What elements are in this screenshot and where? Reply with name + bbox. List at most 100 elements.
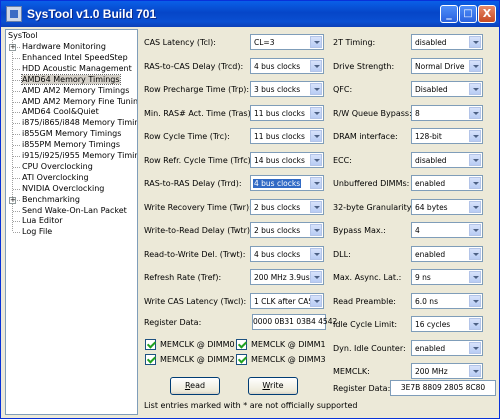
dropdown-arrow-icon[interactable] (310, 247, 322, 260)
right-setting-select[interactable]: enabled (411, 339, 483, 356)
right-setting-select[interactable]: enabled (411, 245, 483, 262)
tree-connector (13, 79, 20, 81)
checkmark-icon[interactable] (236, 339, 247, 350)
tree-item[interactable]: HDD Acoustic Management (22, 64, 132, 73)
right-setting-select[interactable]: 128-bit (411, 128, 483, 144)
tree-item[interactable]: Hardware Monitoring (22, 42, 106, 51)
dropdown-arrow-icon[interactable] (310, 224, 322, 236)
dropdown-arrow-icon[interactable] (469, 83, 481, 95)
tree-item[interactable]: i855GM Memory Timings (22, 129, 121, 138)
right-setting-select[interactable]: 64 bytes (411, 198, 483, 215)
tree-item[interactable]: i875/i865/i848 Memory Timings (22, 118, 137, 127)
left-setting-select[interactable]: 14 bus clocks (250, 151, 324, 168)
setting-label: Row Precharge Time (Trp): (144, 85, 250, 94)
memclk-checkbox[interactable]: MEMCLK @ DIMM3 (236, 354, 326, 365)
tree-item[interactable]: Benchmarking (22, 195, 80, 204)
dropdown-arrow-icon[interactable] (469, 200, 481, 213)
combo-value: 2 bus clocks (254, 202, 301, 212)
right-setting-select[interactable]: 16 cycles (411, 316, 483, 332)
setting-label: DLL: (333, 249, 351, 259)
title-bar[interactable]: SysTool v1.0 Build 701 _ □ X (1, 1, 499, 27)
right-setting-select[interactable]: disabled (411, 151, 483, 168)
dropdown-arrow-icon[interactable] (310, 294, 322, 307)
tree-connector (13, 90, 20, 92)
right-setting-select[interactable]: Disabled (411, 81, 483, 97)
tree-item[interactable]: ATI Overclocking (22, 173, 89, 182)
dropdown-arrow-icon[interactable] (310, 177, 322, 189)
dropdown-arrow-icon[interactable] (310, 36, 322, 48)
tree-item[interactable]: Log File (22, 227, 52, 236)
dropdown-arrow-icon[interactable] (310, 153, 322, 166)
right-setting-select[interactable]: 200 MHz (411, 363, 483, 379)
tree-item[interactable]: Lua Editor (22, 216, 63, 225)
register-data-field-right[interactable]: 3E7B 8809 2805 8C80 (390, 380, 496, 396)
left-setting-select[interactable]: 11 bus clocks (250, 104, 324, 121)
expand-icon[interactable]: + (9, 44, 16, 51)
checkmark-icon[interactable] (236, 354, 247, 365)
right-setting-select[interactable]: 9 ns (411, 269, 483, 285)
dropdown-arrow-icon[interactable] (310, 83, 322, 95)
tree-item[interactable]: NVIDIA Overclocking (22, 184, 104, 193)
left-setting-select[interactable]: 4 bus clocks (250, 245, 324, 262)
dropdown-arrow-icon[interactable] (469, 341, 481, 354)
left-setting-select[interactable]: 200 MHz 3.9us (250, 269, 324, 285)
left-setting-select[interactable]: 4 bus clocks (250, 175, 324, 191)
dropdown-arrow-icon[interactable] (469, 177, 481, 189)
read-button[interactable]: Read (170, 377, 220, 395)
memclk-checkbox[interactable]: MEMCLK @ DIMM1 (236, 339, 326, 350)
memclk-checkbox[interactable]: MEMCLK @ DIMM0 (145, 339, 235, 350)
dropdown-arrow-icon[interactable] (469, 318, 481, 330)
dropdown-arrow-icon[interactable] (469, 224, 481, 236)
dropdown-arrow-icon[interactable] (310, 106, 322, 119)
right-setting-select[interactable]: Normal Drive (411, 57, 483, 74)
dropdown-arrow-icon[interactable] (469, 153, 481, 166)
tree-connector (13, 112, 20, 114)
close-button[interactable]: X (478, 5, 496, 23)
right-setting-select[interactable]: disabled (411, 34, 483, 50)
dropdown-arrow-icon[interactable] (469, 271, 481, 283)
left-setting-select[interactable]: CL=3 (250, 34, 324, 50)
dropdown-arrow-icon[interactable] (469, 247, 481, 260)
tree-item[interactable]: i855PM Memory Timings (22, 140, 120, 149)
right-setting-select[interactable]: enabled (411, 175, 483, 191)
expand-icon[interactable]: + (9, 196, 16, 204)
checkmark-icon[interactable] (145, 354, 156, 365)
dropdown-arrow-icon[interactable] (310, 200, 322, 213)
dropdown-arrow-icon[interactable] (469, 130, 481, 142)
register-data-field[interactable]: 0000 0B31 03B4 4542 (252, 314, 337, 330)
dropdown-arrow-icon[interactable] (469, 36, 481, 48)
tree-item[interactable]: AMD64 Memory Timings (21, 73, 121, 85)
tree-item[interactable]: CPU Overclocking (22, 162, 93, 171)
navigation-tree[interactable]: SysTool + Hardware Monitoring Enhanced Inte… (5, 29, 138, 415)
memclk-checkbox[interactable]: MEMCLK @ DIMM2 (145, 354, 235, 365)
dropdown-arrow-icon[interactable] (310, 59, 322, 72)
tree-item[interactable]: Send Wake-On-Lan Packet (22, 206, 127, 215)
write-button[interactable]: Write (248, 377, 298, 395)
tree-item[interactable]: AMD AM2 Memory Timings (22, 86, 129, 95)
right-setting-select[interactable]: 8 (411, 104, 483, 121)
minimize-button[interactable]: _ (440, 5, 458, 23)
left-setting-select[interactable]: 2 bus clocks (250, 198, 324, 215)
tree-connector (13, 68, 20, 70)
dropdown-arrow-icon[interactable] (310, 271, 322, 283)
combo-value: disabled (415, 38, 447, 47)
left-setting-select[interactable]: 2 bus clocks (250, 222, 324, 238)
dropdown-arrow-icon[interactable] (469, 106, 481, 119)
maximize-button[interactable]: □ (459, 5, 477, 23)
dropdown-arrow-icon[interactable] (310, 130, 322, 142)
left-setting-select[interactable]: 11 bus clocks (250, 128, 324, 144)
left-setting-select[interactable]: 1 CLK after CAS (250, 292, 324, 309)
tree-item[interactable]: AMD AM2 Memory Fine Tuning (22, 97, 137, 106)
tree-item[interactable]: AMD64 Cool&Quiet (22, 107, 99, 116)
dropdown-arrow-icon[interactable] (469, 365, 481, 377)
right-setting-select[interactable]: 4 (411, 222, 483, 238)
tree-item[interactable]: Enhanced Intel SpeedStep (22, 53, 128, 62)
left-setting-select[interactable]: 3 bus clocks (250, 81, 324, 97)
dropdown-arrow-icon[interactable] (469, 294, 481, 307)
right-setting-select[interactable]: 6.0 ns (411, 292, 483, 309)
checkmark-icon[interactable] (145, 339, 156, 350)
tree-root[interactable]: SysTool (8, 31, 38, 40)
tree-item[interactable]: i915/i925/i955 Memory Timings (22, 151, 137, 160)
dropdown-arrow-icon[interactable] (469, 59, 481, 72)
left-setting-select[interactable]: 4 bus clocks (250, 57, 324, 74)
